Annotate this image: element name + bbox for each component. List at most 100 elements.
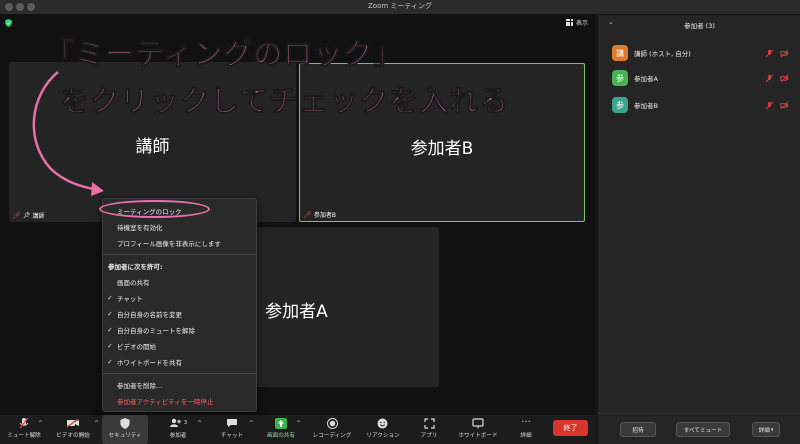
participants-button[interactable]: 3 参加者	[162, 415, 194, 444]
menu-item-enable-waiting-room[interactable]: 待機室を有効化	[103, 220, 256, 234]
mic-muted-icon[interactable]	[765, 49, 774, 58]
start-video-label: ビデオの開始	[56, 433, 90, 439]
panel-more-label: 詳細	[758, 427, 770, 434]
chat-options-caret[interactable]: ^	[249, 420, 254, 427]
menu-item-rename-self[interactable]: ✓ 自分自身の名前を変更	[103, 307, 256, 321]
menu-divider	[103, 373, 256, 374]
participant-name: 講師 (ホスト, 自分)	[634, 50, 691, 58]
check-icon: ✓	[107, 342, 113, 350]
participants-label: 参加者	[169, 433, 187, 439]
menu-item-suspend-activities[interactable]: 参加者アクティビティを一時停止	[103, 394, 256, 408]
record-icon	[326, 417, 338, 429]
share-label: 画面の共有	[267, 433, 295, 439]
mic-muted-icon: 🎤︎	[12, 211, 21, 220]
check-icon: ✓	[107, 310, 113, 318]
menu-item-unmute-self[interactable]: ✓ 自分自身のミュートを解除	[103, 323, 256, 337]
participant-count: 3	[183, 420, 188, 426]
collapse-chevron-icon[interactable]: ⌄	[608, 18, 614, 26]
start-video-button[interactable]: ビデオの開始	[52, 415, 94, 444]
record-label: レコーディング	[312, 433, 352, 439]
pin-icon: 📌︎	[22, 212, 31, 219]
title-bar: Zoom ミーティング	[0, 0, 800, 15]
video-off-icon[interactable]	[780, 74, 789, 83]
share-screen-button[interactable]: 画面の共有	[262, 415, 300, 444]
share-screen-icon	[275, 417, 287, 429]
annotation-line-2: をクリックしてチェックを入れる	[59, 84, 510, 119]
participants-options-caret[interactable]: ^	[197, 420, 202, 427]
menu-divider	[103, 254, 256, 255]
reaction-icon	[377, 418, 388, 428]
video-off-icon[interactable]	[780, 101, 789, 110]
check-icon: ✓	[107, 294, 113, 302]
participant-name: 参加者B	[634, 102, 658, 110]
security-menu: ミーティングのロック 待機室を有効化 プロフィール画像を非表示にします 参加者に…	[102, 198, 257, 412]
participant-name: 参加者A	[634, 75, 658, 83]
participant-row[interactable]: 講 講師 (ホスト, 自分)	[612, 44, 797, 62]
share-options-caret[interactable]: ^	[296, 420, 301, 427]
mic-off-icon	[19, 417, 29, 429]
more-label: 詳細	[520, 433, 532, 439]
more-dots-icon: ···	[521, 417, 531, 428]
mute-all-button[interactable]: すべてミュート	[676, 422, 730, 437]
mic-muted-icon: 🎤︎	[303, 210, 312, 219]
view-label: 表示	[575, 20, 588, 27]
grid-view-icon	[565, 19, 573, 26]
chat-icon	[227, 419, 237, 427]
check-icon: ✓	[107, 326, 113, 334]
apps-label: アプリ	[420, 433, 438, 439]
video-off-icon[interactable]	[780, 49, 789, 58]
tile-name: 参加者B	[410, 139, 474, 159]
mic-muted-icon[interactable]	[765, 74, 774, 83]
tile-tag: 🎤︎ 📌︎ 講師	[12, 211, 45, 221]
chat-button[interactable]: チャット	[216, 415, 248, 444]
menu-item-hide-profile-pictures[interactable]: プロフィール画像を非表示にします	[103, 236, 256, 250]
annotation-line-1: 「ミーティングのロック」	[44, 37, 404, 72]
menu-item-start-video[interactable]: ✓ ビデオの開始	[103, 339, 256, 353]
check-icon: ✓	[107, 358, 113, 366]
whiteboard-label: ホワイトボード	[458, 433, 498, 439]
tile-tag-label: 参加者B	[313, 212, 337, 219]
shield-icon	[120, 417, 130, 429]
menu-heading-allow: 参加者に次を許可:	[108, 263, 163, 271]
chevron-down-icon: ▾	[770, 426, 774, 433]
menu-item-share-whiteboard[interactable]: ✓ ホワイトボードを共有	[103, 355, 256, 369]
panel-title: 参加者 (3)	[684, 22, 715, 30]
invite-button[interactable]: 招待	[620, 422, 656, 437]
reactions-button[interactable]: リアクション	[363, 415, 403, 444]
unmute-label: ミュート解除	[7, 433, 41, 439]
video-options-caret[interactable]: ^	[94, 420, 99, 427]
meeting-toolbar: ミュート解除 ^ ビデオの開始 ^ セキュリティ 3 参加者 ^ チャット ^ …	[0, 415, 596, 444]
participants-panel: 参加者 (3) ⌄ 講 講師 (ホスト, 自分) 参 参加者A 参 参加者B 招…	[597, 15, 800, 444]
avatar: 講	[612, 45, 628, 61]
encryption-shield-icon[interactable]	[5, 19, 12, 27]
apps-icon	[423, 417, 435, 429]
participant-row[interactable]: 参 参加者B	[612, 96, 797, 114]
menu-item-chat[interactable]: ✓ チャット	[103, 291, 256, 305]
view-button[interactable]: 表示	[565, 18, 588, 27]
record-button[interactable]: レコーディング	[310, 415, 354, 444]
audio-options-caret[interactable]: ^	[38, 420, 43, 427]
end-meeting-button[interactable]: 終了	[553, 420, 588, 436]
panel-more-button[interactable]: 詳細 ▾	[752, 422, 780, 437]
apps-button[interactable]: アプリ	[417, 415, 441, 444]
menu-item-share-screen[interactable]: 画面の共有	[103, 275, 256, 289]
avatar: 参	[612, 97, 628, 113]
security-label: セキュリティ	[108, 433, 142, 439]
tile-tag-label: 講師	[32, 213, 45, 220]
participant-row[interactable]: 参 参加者A	[612, 69, 797, 87]
more-button[interactable]: ··· 詳細	[514, 415, 538, 444]
tile-tag: 🎤︎ 参加者B	[303, 210, 337, 220]
whiteboard-button[interactable]: ホワイトボード	[455, 415, 501, 444]
tile-name: 講師	[135, 137, 170, 157]
reactions-label: リアクション	[366, 433, 400, 439]
whiteboard-icon	[472, 417, 484, 428]
annotation-highlight-ellipse	[99, 200, 210, 218]
menu-item-remove-participant[interactable]: 参加者を削除...	[103, 378, 256, 392]
video-off-icon	[66, 418, 79, 428]
participants-icon	[169, 418, 181, 427]
mic-muted-icon[interactable]	[765, 101, 774, 110]
chat-label: チャット	[220, 433, 244, 439]
panel-footer: 招待 すべてミュート 詳細 ▾	[598, 413, 800, 444]
security-button[interactable]: セキュリティ	[102, 415, 148, 444]
window-title: Zoom ミーティング	[368, 2, 432, 10]
